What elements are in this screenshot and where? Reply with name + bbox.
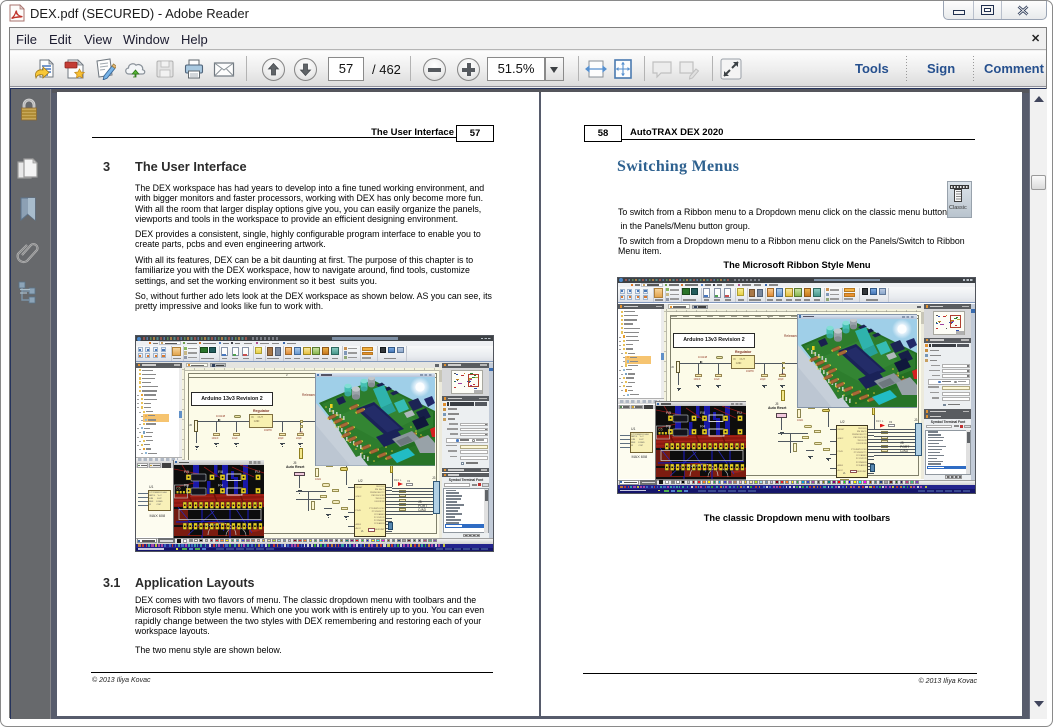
- svg-text:R8: R8: [700, 410, 706, 415]
- svg-text:R4: R4: [218, 482, 224, 487]
- svg-text:RJ: RJ: [737, 410, 742, 415]
- svg-text:RJ: RJ: [255, 469, 260, 474]
- svg-text:R9: R9: [184, 482, 190, 487]
- svg-text:C4: C4: [206, 522, 212, 527]
- svg-text:R8: R8: [218, 469, 224, 474]
- svg-text:C4: C4: [688, 464, 694, 469]
- svg-text:R9: R9: [666, 424, 672, 429]
- svg-text:C6: C6: [658, 428, 663, 432]
- svg-text:R5: R5: [666, 410, 672, 415]
- svg-text:C6: C6: [176, 486, 181, 490]
- svg-text:R5: R5: [184, 469, 190, 474]
- svg-text:R4: R4: [700, 424, 706, 429]
